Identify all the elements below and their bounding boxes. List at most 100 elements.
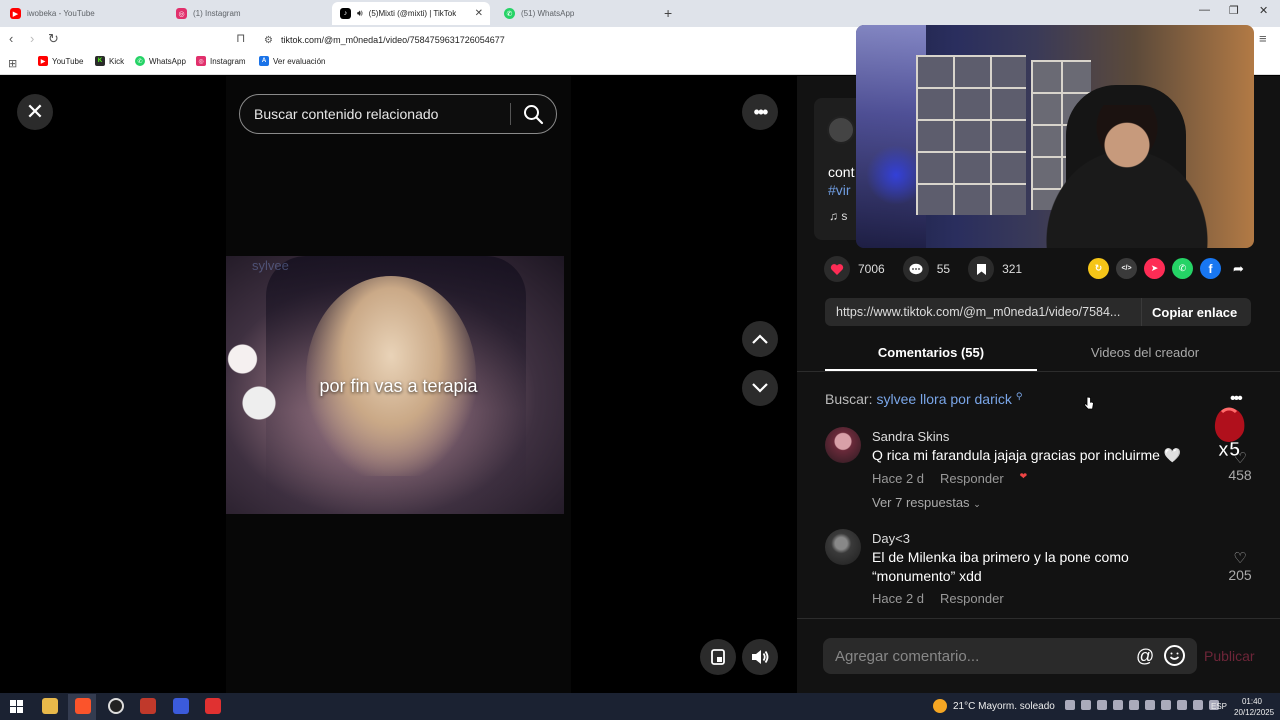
x5-overlay-badge: x5 [1214, 407, 1245, 460]
comment-like-button[interactable]: ♡ 205 [1225, 549, 1255, 583]
bookmark-label: Kick [109, 56, 125, 66]
tray-icon[interactable] [1129, 700, 1139, 710]
brave-browser-icon[interactable] [75, 698, 91, 714]
whatsapp-share-icon[interactable]: ✆ [1172, 258, 1193, 279]
comment-time: Hace 2 d [872, 591, 925, 606]
x5-badge-text: x5 [1218, 439, 1240, 460]
address-bar[interactable]: ⚙ tiktok.com/@m_m0neda1/video/7584759631… [256, 30, 856, 50]
discord-icon[interactable] [173, 698, 189, 714]
tab-creator-videos[interactable]: Videos del creador [1040, 345, 1250, 360]
video-caption: por fin vas a terapia [319, 376, 478, 396]
bookmark-instagram[interactable]: ◎ Instagram [196, 56, 246, 66]
share-buttons: ↻ </> ➤ ✆ f ➦ [1088, 258, 1249, 279]
tray-icon[interactable] [1097, 700, 1107, 710]
tab-tiktok[interactable]: ♪ 🔊︎ (5)Mixti (@mixti) | TikTok ✕ [332, 2, 490, 25]
tray-icon[interactable] [1177, 700, 1187, 710]
volume-button[interactable] [742, 639, 778, 675]
app-icon[interactable] [205, 698, 221, 714]
video-link-url[interactable]: https://www.tiktok.com/@m_m0neda1/video/… [825, 305, 1141, 319]
close-video-button[interactable]: ✕ [17, 94, 53, 130]
tray-icon[interactable] [1065, 700, 1075, 710]
tray-icon[interactable] [1081, 700, 1091, 710]
previous-video-button[interactable] [742, 321, 778, 357]
next-video-button[interactable] [742, 370, 778, 406]
facebook-share-icon[interactable]: f [1200, 258, 1221, 279]
clock[interactable]: 01:40 20/12/2025 [1234, 696, 1274, 718]
bookmark-kick[interactable]: K Kick [95, 56, 124, 66]
file-explorer-icon[interactable] [42, 698, 58, 714]
search-prefix: Buscar: [825, 391, 873, 407]
forward-share-icon[interactable]: ➦ [1228, 258, 1249, 279]
close-tab-icon[interactable]: ✕ [475, 8, 483, 19]
reply-button[interactable]: Responder [940, 471, 1004, 486]
copy-link-button[interactable]: Copiar enlace [1141, 298, 1237, 326]
forward-icon[interactable]: › [30, 31, 34, 46]
site-info-icon[interactable]: ⚙ [264, 35, 273, 46]
bookmark-youtube[interactable]: ▶ YouTube [38, 56, 83, 66]
volume-icon [752, 650, 769, 664]
tab-instagram[interactable]: ◎ (1) Instagram [168, 2, 330, 25]
music-row[interactable]: ♫ s [829, 209, 847, 223]
description-hashtag[interactable]: #vir [828, 182, 851, 198]
restore-icon[interactable]: ❐ [1229, 4, 1239, 17]
start-icon[interactable] [10, 700, 23, 713]
comment-button[interactable]: 55 [902, 256, 950, 282]
comment-author[interactable]: Day<3 [872, 531, 910, 546]
speaker-icon: 🔊︎ [357, 8, 363, 18]
tray-icon[interactable] [1193, 700, 1203, 710]
embed-share-icon[interactable]: </> [1116, 258, 1137, 279]
voicemeeter-icon[interactable] [140, 698, 156, 714]
weather-widget[interactable]: 21°C Mayorm. soleado [933, 699, 1055, 713]
instagram-icon: ◎ [196, 56, 206, 66]
save-button[interactable]: 321 [968, 256, 1022, 282]
language-indicator[interactable]: ESP [1211, 702, 1227, 711]
send-share-icon[interactable]: ➤ [1144, 258, 1165, 279]
tab-comments[interactable]: Comentarios (55) [825, 345, 1037, 360]
tab-youtube[interactable]: ▶ iwobeka - YouTube [2, 2, 166, 25]
minimize-icon[interactable]: — [1199, 4, 1210, 16]
apps-icon[interactable]: ⊞ [8, 57, 17, 70]
search-placeholder: Buscar contenido relacionado [254, 106, 439, 122]
new-tab-button[interactable]: + [664, 5, 672, 21]
like-button[interactable]: 7006 [824, 256, 885, 282]
action-bar: 7006 55 321 [824, 256, 1040, 282]
menu-icon[interactable]: ≡ [1259, 31, 1267, 46]
chevron-down-icon: ⌄ [973, 499, 981, 509]
kick-icon: K [95, 56, 105, 66]
pip-icon [711, 649, 725, 665]
music-text: s [841, 209, 848, 223]
tray-icon[interactable] [1113, 700, 1123, 710]
bookmark-ver-evaluacion[interactable]: A Ver evaluación [259, 56, 325, 66]
emoji-icon[interactable] [1164, 645, 1185, 666]
comment-like-count: 458 [1228, 467, 1252, 483]
comment-author[interactable]: Sandra Skins [872, 429, 949, 444]
bookmark-label: Instagram [210, 56, 246, 66]
tray-icon[interactable] [1161, 700, 1171, 710]
related-search-suggestion[interactable]: Buscar: sylvee llora por darick ⚲ [825, 391, 1022, 407]
reply-button[interactable]: Responder [940, 591, 1004, 606]
window-close-icon[interactable]: ✕ [1259, 4, 1268, 17]
reload-icon[interactable]: ↻ [48, 31, 59, 47]
repost-share-icon[interactable]: ↻ [1088, 258, 1109, 279]
tiktok-icon: ♪ [340, 8, 351, 19]
save-count: 321 [1002, 262, 1023, 276]
tab-whatsapp[interactable]: ✆ (51) WhatsApp [496, 2, 676, 25]
comment-avatar[interactable] [825, 427, 861, 463]
obs-icon[interactable] [108, 698, 124, 714]
search-icon[interactable] [522, 103, 544, 125]
back-icon[interactable]: ‹ [9, 31, 13, 46]
system-tray[interactable] [1065, 700, 1219, 710]
comment-meta: Hace 2 d Responder [872, 591, 1004, 606]
comment-avatar[interactable] [825, 529, 861, 565]
eval-icon: A [259, 56, 269, 66]
mention-icon[interactable]: @ [1136, 646, 1154, 667]
publish-button[interactable]: Publicar [1204, 648, 1255, 664]
bookmark-icon[interactable]: ⊓ [236, 31, 245, 45]
tray-icon[interactable] [1145, 700, 1155, 710]
author-avatar[interactable] [827, 116, 855, 144]
bookmark-whatsapp[interactable]: ✆ WhatsApp [135, 56, 186, 66]
music-note-icon: ♫ [829, 209, 842, 223]
view-replies-button[interactable]: Ver 7 respuestas ⌄ [872, 495, 981, 510]
more-options-button[interactable]: ••• [742, 94, 778, 130]
picture-in-picture-button[interactable] [700, 639, 736, 675]
